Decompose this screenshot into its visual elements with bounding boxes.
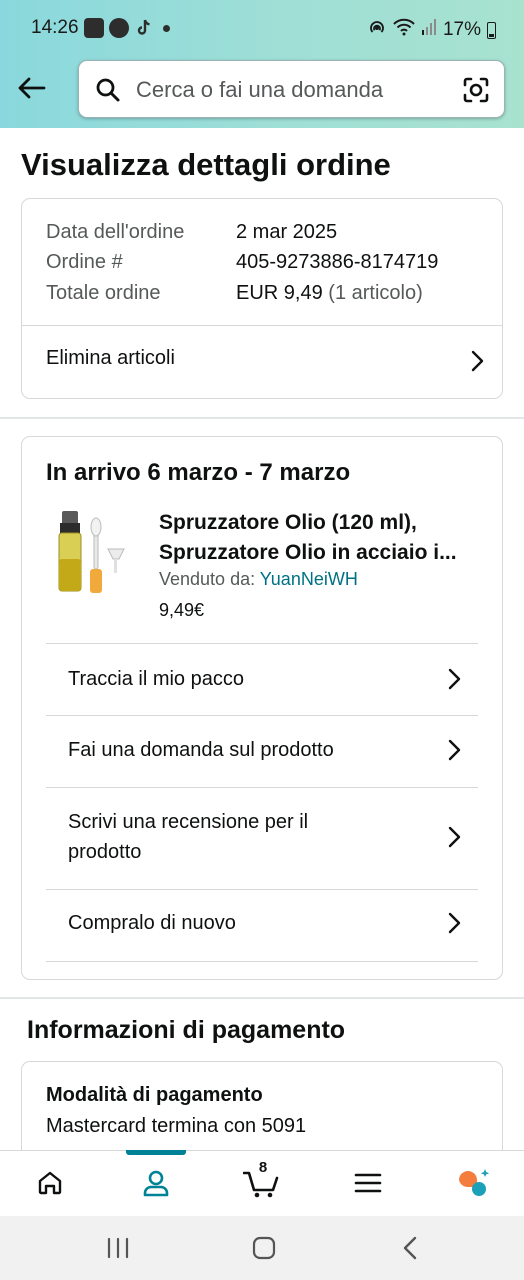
status-time: 14:26 [31,17,79,38]
chevron-right-icon [448,739,461,761]
bottom-navigation: 8 [0,1150,524,1216]
oil-sprayer-image [58,511,125,593]
nav-account[interactable] [136,1165,176,1201]
camera-scan-icon[interactable] [462,76,490,104]
action-label: Scrivi una recensione per il prodotto [68,811,309,863]
sold-by-label: Venduto da: [159,569,256,589]
order-number-label: Ordine # [46,251,123,273]
nav-home[interactable] [30,1165,70,1201]
hotspot-icon [367,17,387,43]
chevron-right-icon [448,668,461,690]
action-label: Traccia il mio pacco [68,668,244,690]
action-label: Fai una domanda sul prodotto [68,739,334,761]
divider [46,961,478,962]
battery-icon [487,21,496,39]
payment-method-label: Modalità di pagamento [46,1084,263,1106]
order-date-label: Data dell'ordine [46,221,185,243]
action-buy-again[interactable]: Compralo di nuovo [22,890,502,960]
shipment-card: In arrivo 6 marzo - 7 marzo Spruzzatore … [21,436,503,980]
order-summary-card: Data dell'ordine 2 mar 2025 Ordine # 405… [21,198,503,399]
notification-icons [84,18,170,38]
battery-percent: 17% [442,19,481,40]
signal-icon [421,18,437,42]
system-navigation-bar [0,1216,524,1280]
delete-items-row[interactable]: Elimina articoli [22,326,502,399]
gallery-notification-icon [84,18,104,38]
menu-icon [354,1173,382,1193]
cart-count-badge: 8 [258,1159,268,1176]
order-total-label: Totale ordine [46,282,161,304]
back-button[interactable] [14,72,48,104]
rufus-assistant-icon [459,1169,490,1196]
search-bar[interactable]: Cerca o fai una domanda [78,60,505,118]
action-ask-question[interactable]: Fai una domanda sul prodotto [22,716,502,786]
arrival-date: In arrivo 6 marzo - 7 marzo [46,459,351,486]
seller-info: Venduto da: YuanNeiWH [159,569,358,590]
search-input[interactable]: Cerca o fai una domanda [136,77,383,103]
tiktok-notification-icon [134,18,154,38]
home-icon [38,1171,62,1195]
payment-method-value: Mastercard termina con 5091 [46,1115,307,1137]
chevron-right-icon [448,912,461,934]
nav-menu[interactable] [348,1165,388,1201]
nav-rufus[interactable] [454,1165,494,1201]
order-date-value: 2 mar 2025 [236,221,338,243]
chevron-right-icon [471,350,484,372]
order-total: EUR 9,49 (1 articolo) [236,282,423,305]
seller-link[interactable]: YuanNeiWH [260,569,358,589]
product-title[interactable]: Spruzzatore Olio (120 ml), Spruzzatore O… [159,508,479,568]
app-header: 14:26 17% Cerca o fai una domanda [0,0,524,128]
product-title-line1: Spruzzatore Olio (120 ml), [159,511,417,534]
back-nav-icon[interactable] [400,1236,420,1260]
product-price: 9,49€ [159,600,205,620]
section-separator [0,997,524,999]
home-button-icon[interactable] [252,1236,276,1260]
payment-section-title: Informazioni di pagamento [27,1016,346,1044]
product-title-line2: Spruzzatore Olio in acciaio i... [159,541,457,564]
status-bar: 14:26 17% [0,0,524,58]
person-icon [143,1170,169,1197]
order-total-items: (1 articolo) [328,282,423,304]
action-write-review[interactable]: Scrivi una recensione per il prodotto [22,788,502,888]
arrow-left-icon [18,77,46,99]
section-separator [0,417,524,419]
delete-items-label: Elimina articoli [46,347,175,369]
action-track-package[interactable]: Traccia il mio pacco [22,644,502,714]
page-title: Visualizza dettagli ordine [21,147,391,182]
status-right: 17% [367,17,496,43]
wifi-icon [393,18,415,42]
nav-cart[interactable]: 8 [242,1159,282,1201]
order-total-value: EUR 9,49 [236,282,323,304]
order-number-value: 405-9273886-8174719 [236,251,439,273]
more-notifications-dot [163,24,170,32]
search-icon [96,78,120,102]
recent-apps-icon[interactable] [106,1236,130,1260]
product-image[interactable] [54,509,134,601]
chevron-right-icon [448,826,461,848]
action-label: Compralo di nuovo [68,912,236,934]
app-notification-icon [109,18,129,38]
active-tab-indicator [126,1150,186,1155]
